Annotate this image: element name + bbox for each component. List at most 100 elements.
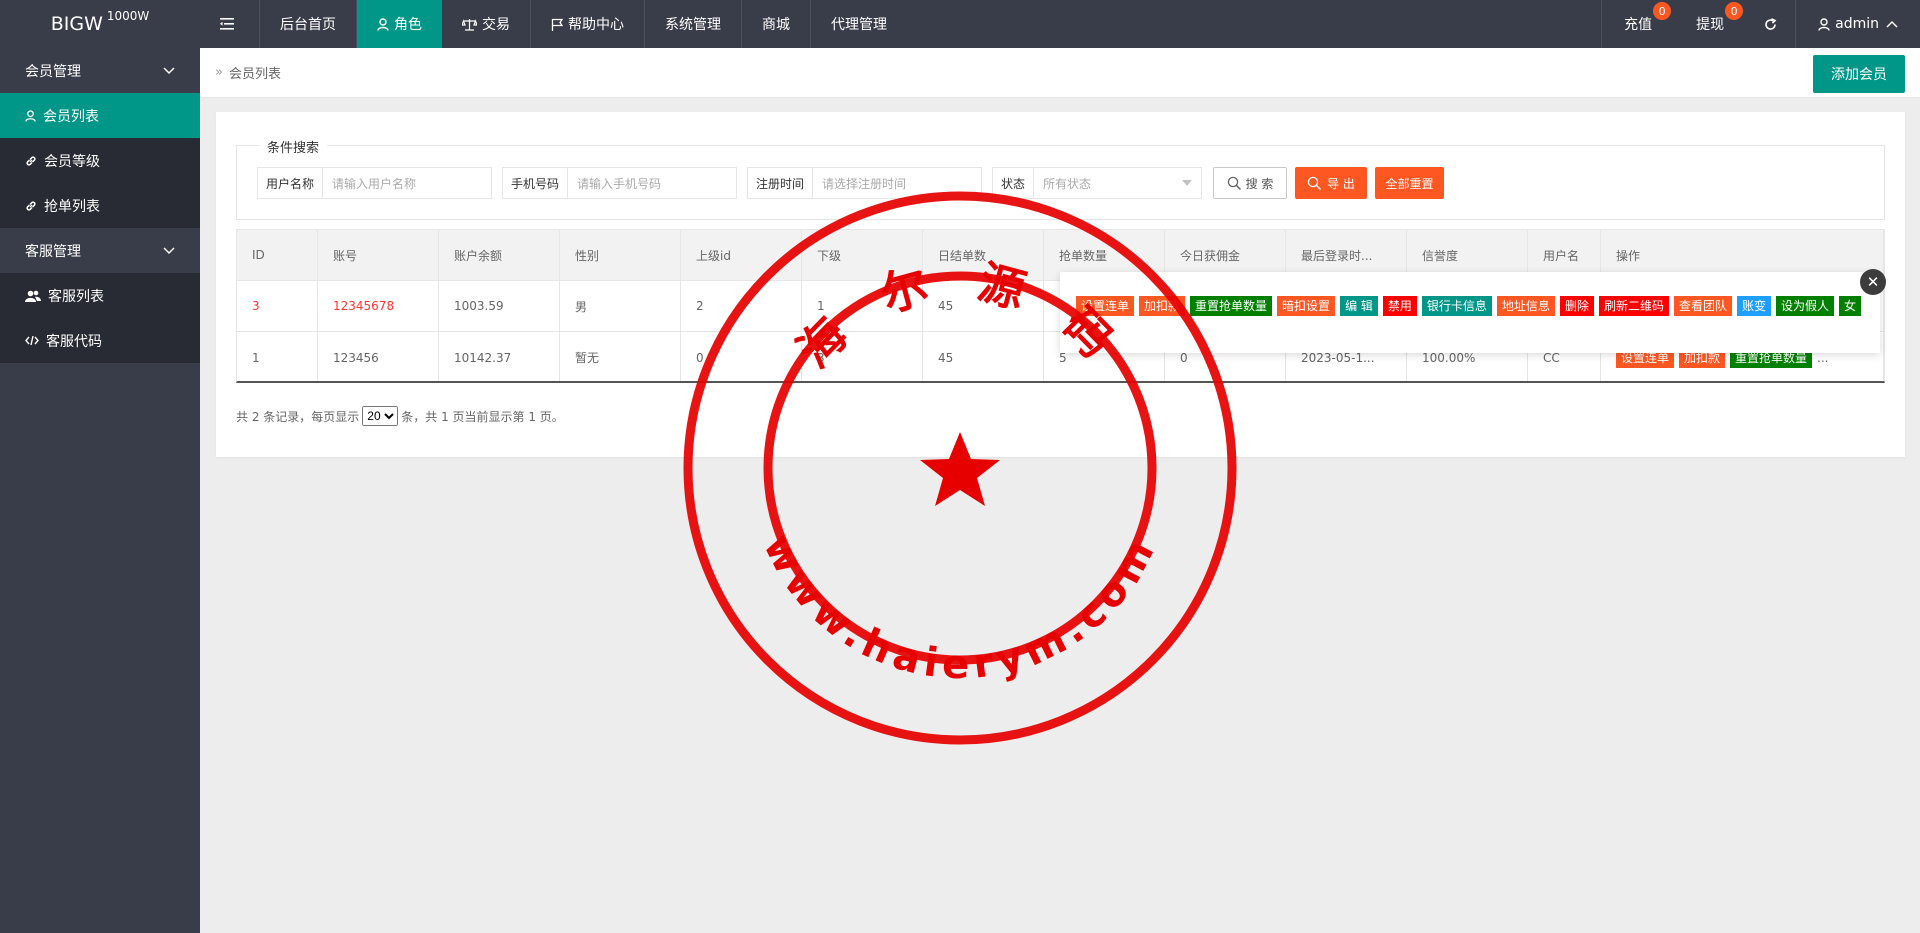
status-select[interactable]: 所有状态: [1034, 168, 1201, 198]
close-icon[interactable]: ✕: [1860, 269, 1886, 295]
sidebar-group-label: 会员管理: [25, 63, 81, 80]
th-gender: 性别: [560, 230, 681, 280]
sidebar-item-member-level[interactable]: 会员等级: [0, 138, 200, 183]
svg-text:www.haierym.com: www.haierym.com: [754, 527, 1166, 688]
logo: BIGW 1000W: [0, 0, 200, 48]
pager-prefix: 共 2 条记录，每页显示: [236, 409, 360, 424]
sidebar-group-members[interactable]: 会员管理: [0, 48, 200, 93]
user-icon: [25, 109, 36, 122]
popup-action-button[interactable]: 账变: [1736, 296, 1771, 316]
withdraw-badge: 0: [1725, 2, 1744, 20]
recharge-badge: 0: [1653, 2, 1672, 20]
sidebar: 会员管理 会员列表 会员等级 抢单列表 客服管理 客服列表 客服代码: [0, 48, 200, 933]
popup-action-button[interactable]: 地址信息: [1496, 296, 1555, 316]
menu-toggle-button[interactable]: [200, 0, 260, 48]
username-label: admin: [1835, 16, 1879, 32]
th-daily-orders: 日结单数: [923, 230, 1044, 280]
popup-action-button[interactable]: 设为假人: [1776, 296, 1835, 316]
nav-trade[interactable]: 交易: [442, 0, 531, 48]
recharge-button[interactable]: 充值 0: [1601, 0, 1674, 48]
td-subordinates: 1: [802, 281, 923, 331]
popup-action-button[interactable]: 删除: [1559, 296, 1594, 316]
popup-action-button[interactable]: 查看团队: [1673, 296, 1732, 316]
nav-home-label: 后台首页: [280, 17, 336, 33]
pager-suffix: 条，共 1 页当前显示第 1 页。: [401, 409, 564, 424]
logo-text: BIGW: [50, 13, 103, 35]
th-balance: 账户余额: [439, 230, 560, 280]
chevron-up-icon: [1886, 20, 1898, 28]
td-parent-id: 0: [681, 332, 802, 381]
nav-help-label: 帮助中心: [568, 17, 624, 33]
th-parent-id: 上级id: [681, 230, 802, 280]
refresh-button[interactable]: [1746, 0, 1795, 48]
popup-action-button[interactable]: 禁用: [1382, 296, 1417, 316]
popup-action-button[interactable]: 刷新二维码: [1598, 296, 1669, 316]
popup-action-button[interactable]: 设置连单: [1076, 296, 1135, 316]
logo-sup: 1000W: [106, 9, 150, 23]
user-menu[interactable]: admin: [1795, 0, 1920, 48]
search-icon: [1227, 176, 1241, 190]
watermark-bottom-text: www.haierym.com: [754, 527, 1160, 688]
td-id: 3: [237, 281, 318, 331]
sidebar-item-label: 客服代码: [46, 333, 102, 350]
scale-icon: [462, 18, 477, 31]
popup-action-button[interactable]: 编 辑: [1340, 296, 1378, 316]
popup-action-button[interactable]: 加扣款: [1139, 296, 1186, 316]
menu-toggle-icon: [220, 18, 234, 30]
username-input[interactable]: 请输入用户名称: [323, 168, 491, 198]
popup-action-button[interactable]: 女: [1839, 296, 1862, 316]
td-subordinates: 3: [802, 332, 923, 381]
sidebar-item-order-list[interactable]: 抢单列表: [0, 183, 200, 228]
nav-system[interactable]: 系统管理: [645, 0, 742, 48]
td-id: 1: [237, 332, 318, 381]
sidebar-item-label: 会员列表: [43, 108, 99, 125]
nav-mall[interactable]: 商城: [742, 0, 811, 48]
td-parent-id: 2: [681, 281, 802, 331]
withdraw-button[interactable]: 提现 0: [1674, 0, 1746, 48]
withdraw-label: 提现: [1696, 17, 1725, 33]
reset-all-button[interactable]: 全部重置: [1375, 167, 1444, 199]
sidebar-item-service-code[interactable]: 客服代码: [0, 318, 200, 363]
refresh-icon: [1765, 17, 1777, 30]
breadcrumb: » 会员列表 添加会员: [200, 48, 1920, 98]
nav-home[interactable]: 后台首页: [260, 0, 357, 48]
username-field: 用户名称 请输入用户名称: [257, 167, 492, 199]
pagination: 共 2 条记录，每页显示 20 条，共 1 页当前显示第 1 页。: [236, 406, 564, 426]
top-navbar: 后台首页 角色 交易 帮助中心 系统管理 商城 代理管理 充值 0 提现 0 a…: [200, 0, 1920, 48]
search-button[interactable]: 搜 索: [1213, 167, 1287, 199]
nav-mall-label: 商城: [762, 17, 790, 33]
top-right-area: 充值 0 提现 0 admin: [1601, 0, 1920, 48]
sidebar-item-service-list[interactable]: 客服列表: [0, 273, 200, 318]
add-member-button[interactable]: 添加会员: [1813, 55, 1905, 93]
export-button[interactable]: 导 出: [1295, 167, 1367, 199]
td-account: 123456: [318, 332, 439, 381]
sidebar-item-member-list[interactable]: 会员列表: [0, 93, 200, 138]
row-actions-popup: 设置连单 加扣款 重置抢单数量 暗扣设置编 辑禁用 银行卡信息 地址信息 删除 刷新二维码 查看…: [1060, 272, 1880, 353]
nav-role[interactable]: 角色: [357, 0, 442, 48]
status-label: 状态: [993, 168, 1035, 198]
chevron-down-icon: [163, 66, 175, 74]
nav-trade-label: 交易: [482, 17, 510, 33]
status-select-value: 所有状态: [1043, 176, 1092, 191]
link-icon: [26, 200, 36, 211]
popup-action-button[interactable]: 重置抢单数量: [1190, 296, 1273, 316]
regtime-input[interactable]: 请选择注册时间: [813, 168, 981, 198]
reset-button-label: 全部重置: [1385, 176, 1434, 191]
breadcrumb-current: 会员列表: [228, 67, 281, 82]
sidebar-item-label: 抢单列表: [44, 198, 100, 215]
popup-action-button[interactable]: 银行卡信息: [1421, 296, 1492, 316]
td-account: 12345678: [318, 281, 439, 331]
phone-label: 手机号码: [503, 168, 569, 198]
th-subordinates: 下级: [802, 230, 923, 280]
nav-help[interactable]: 帮助中心: [531, 0, 645, 48]
phone-input[interactable]: 请输入手机号码: [568, 168, 736, 198]
nav-agent[interactable]: 代理管理: [811, 0, 907, 48]
user-icon: [377, 17, 389, 31]
recharge-label: 充值: [1624, 17, 1653, 33]
per-page-select[interactable]: 20: [362, 406, 399, 426]
sidebar-group-service[interactable]: 客服管理: [0, 228, 200, 273]
popup-action-button[interactable]: 暗扣设置: [1277, 296, 1336, 316]
td-balance: 1003.59: [439, 281, 560, 331]
chevron-down-icon: [163, 246, 175, 254]
search-icon: [1307, 176, 1322, 190]
